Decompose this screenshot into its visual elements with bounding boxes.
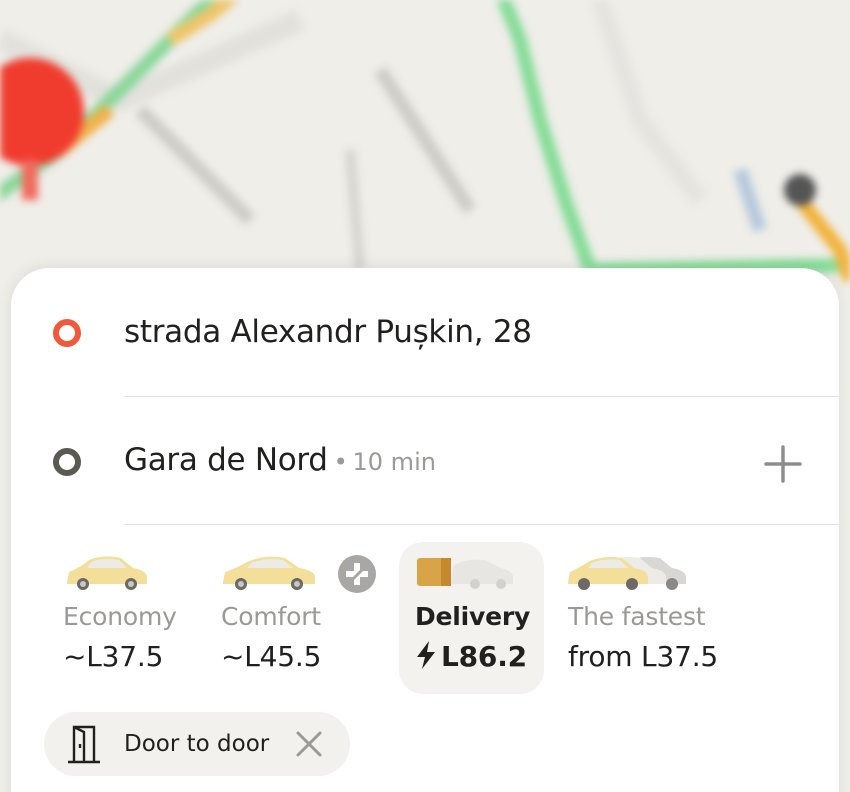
lightning-icon — [417, 641, 435, 669]
comfort-car-icon — [223, 556, 315, 590]
tariff-price: from L37.5 — [568, 640, 719, 673]
tariff-name: Comfort — [221, 602, 321, 631]
economy-car-icon — [67, 556, 147, 590]
destination-eta: 10 min — [352, 448, 436, 476]
tariff-economy[interactable]: Economy ~L37.5 — [63, 542, 209, 694]
tariff-name: Delivery — [415, 602, 531, 631]
destination-address-line: Gara de Nord • 10 min — [124, 442, 436, 478]
tariff-name: Economy — [63, 602, 177, 631]
tariff-price: ~L45.5 — [221, 640, 322, 673]
option-label: Door to door — [124, 731, 270, 757]
origin-address: strada Alexandr Pușkin, 28 — [124, 314, 532, 350]
close-icon — [296, 731, 322, 757]
tariff-price-line: L86.2 — [415, 640, 527, 673]
plus-icon — [764, 445, 802, 483]
tariff-name: The fastest — [568, 602, 706, 631]
destination-marker-icon — [53, 448, 81, 476]
delivery-car-icon — [417, 558, 513, 589]
destination-row[interactable]: Gara de Nord • 10 min — [11, 398, 839, 526]
divider — [124, 396, 839, 397]
option-chip-door-to-door[interactable]: Door to door — [44, 712, 350, 776]
origin-row[interactable]: strada Alexandr Pușkin, 28 — [11, 268, 839, 398]
plus-icon — [338, 555, 376, 593]
tariff-price: ~L37.5 — [63, 640, 164, 673]
door-icon — [68, 725, 100, 764]
tariff-delivery[interactable]: Delivery L86.2 — [399, 542, 544, 694]
tariff-fastest[interactable]: The fastest from L37.5 — [568, 542, 768, 694]
origin-marker-icon — [53, 319, 81, 347]
eta-separator: • — [333, 448, 348, 476]
destination-address: Gara de Nord — [124, 442, 328, 478]
tariff-price: L86.2 — [441, 640, 527, 673]
fastest-cars-icon — [568, 557, 686, 590]
divider — [124, 524, 839, 525]
add-stop-button[interactable] — [763, 444, 803, 484]
route-sheet: strada Alexandr Pușkin, 28 Gara de Nord •… — [11, 268, 839, 792]
remove-option-button[interactable] — [295, 730, 323, 758]
